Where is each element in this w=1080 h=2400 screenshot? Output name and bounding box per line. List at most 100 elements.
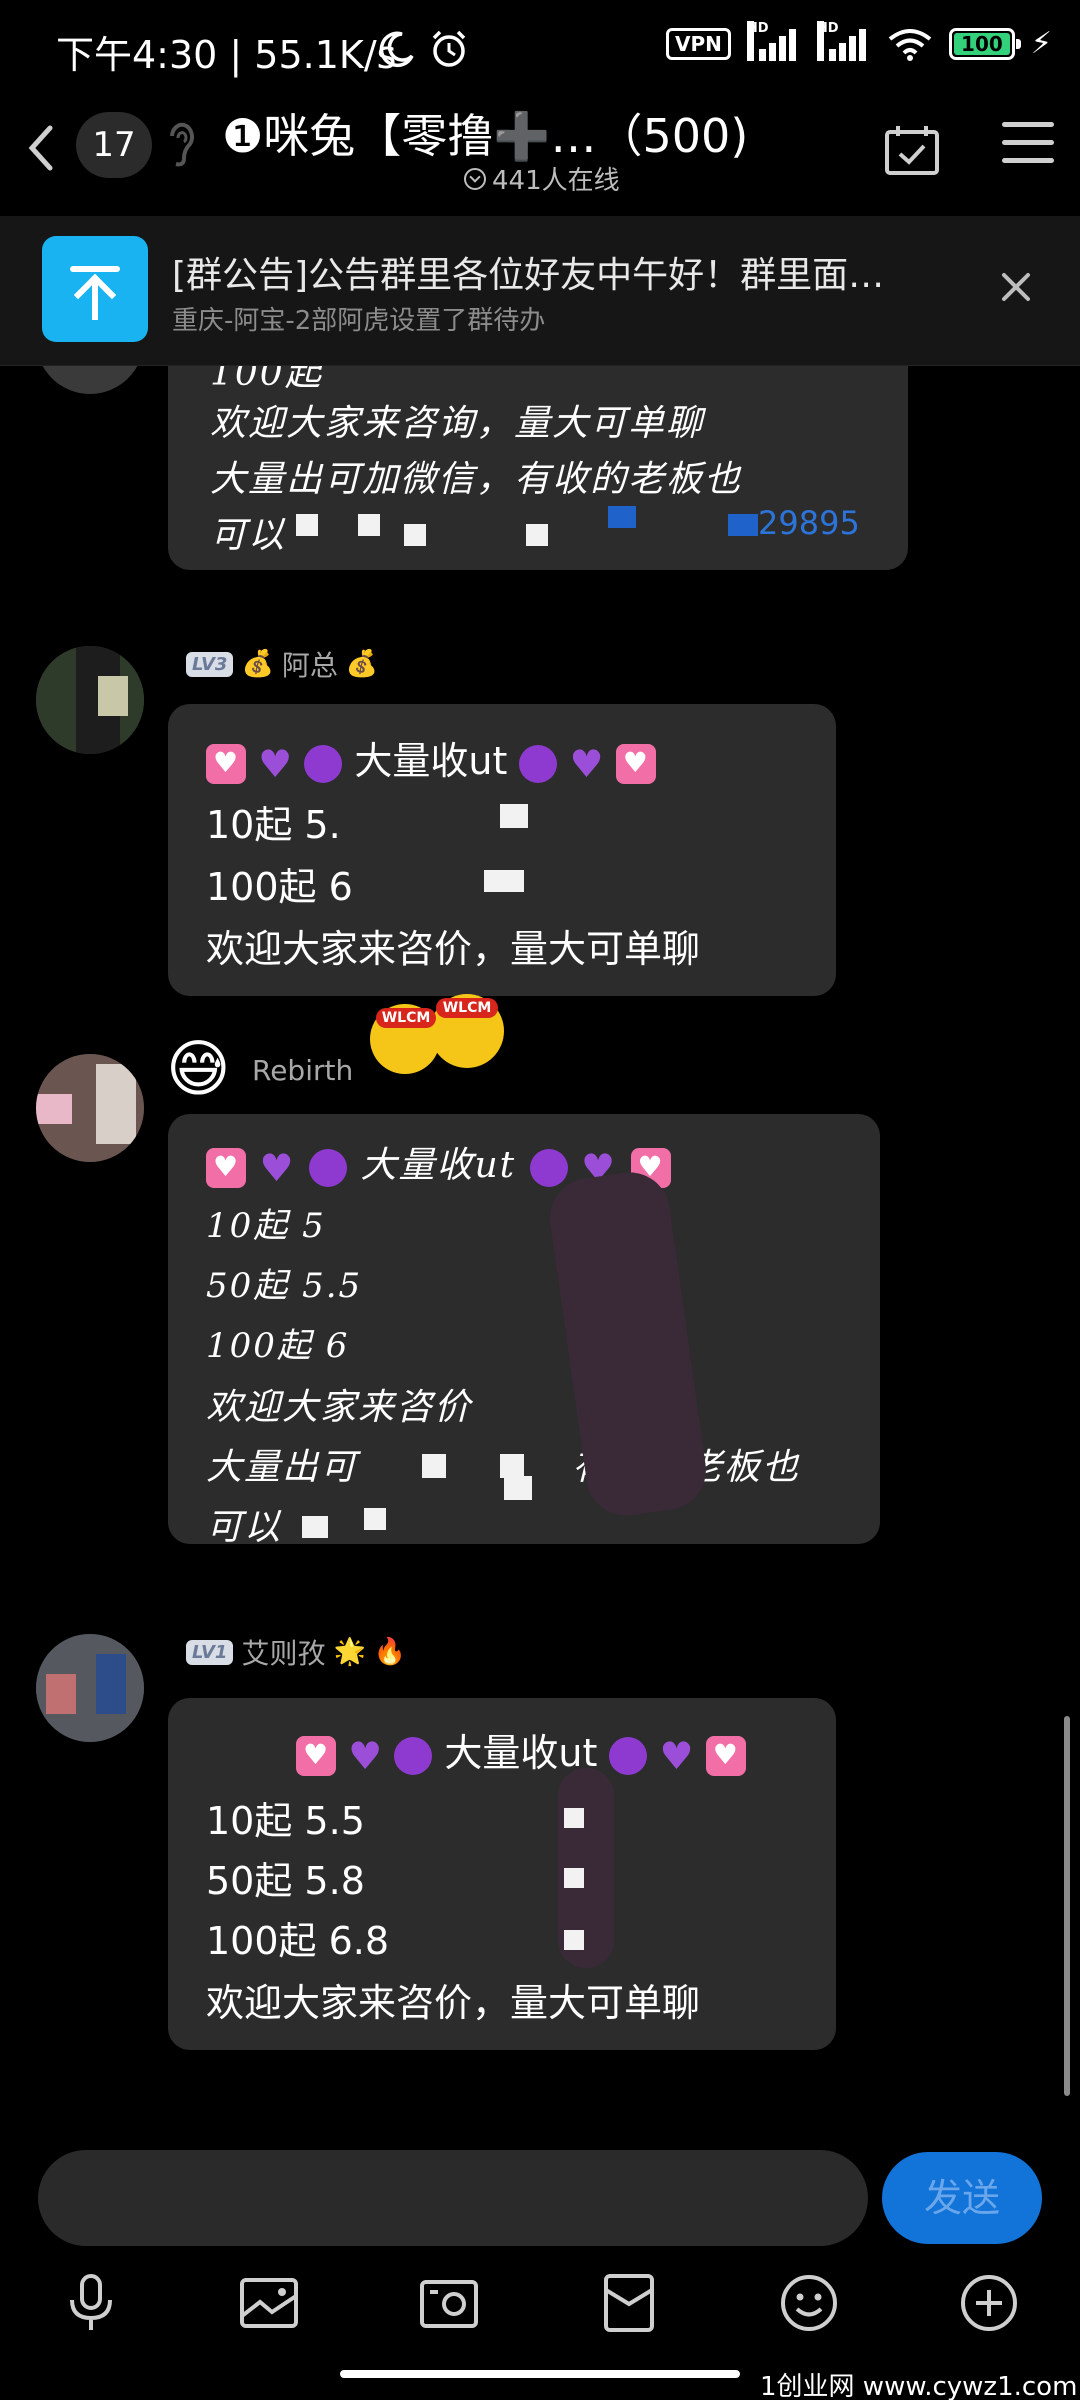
- star-icon: 🌟: [333, 1637, 366, 1667]
- purple-circle-icon: [304, 744, 343, 783]
- red-packet-icon[interactable]: [598, 2272, 660, 2334]
- avatar[interactable]: [36, 366, 144, 394]
- vpn-badge: VPN: [666, 27, 731, 60]
- purple-heart-icon: ♥: [569, 741, 604, 786]
- message-input[interactable]: [38, 2150, 868, 2246]
- purple-circle-icon: [609, 1736, 648, 1775]
- announcement-subtext: 重庆-阿宝-2部阿虎设置了群待办: [172, 306, 546, 336]
- wlcm-sticker: WLCM WLCM: [370, 994, 510, 1074]
- message-line: 50起 5.5: [206, 1266, 363, 1306]
- close-icon[interactable]: [1000, 270, 1032, 302]
- scribble-mark: [544, 1167, 712, 1521]
- pink-heart-icon: [296, 1735, 336, 1776]
- avatar[interactable]: [36, 646, 144, 754]
- wifi-icon: [888, 28, 932, 61]
- level-badge: LV1: [186, 1639, 234, 1665]
- message-bubble[interactable]: ♥ 大量收ut ♥ 10起 5.5 50起 5.8 100起 6.8 欢迎大家来…: [168, 1698, 836, 2050]
- pink-heart-icon: [206, 1148, 246, 1188]
- charging-icon: ⚡: [1030, 26, 1052, 61]
- announcement-text: [群公告]公告群里各位好友中午好！群里面…: [172, 255, 885, 296]
- message-line: 50起 5.8: [206, 1859, 365, 1903]
- redaction: [302, 1516, 328, 1538]
- menu-icon[interactable]: [1002, 122, 1054, 170]
- plus-icon[interactable]: [958, 2272, 1020, 2334]
- sender-name[interactable]: 阿总: [282, 644, 338, 684]
- group-title[interactable]: ❶咪兔【零撸➕…（500): [222, 100, 748, 166]
- home-indicator[interactable]: [340, 2370, 740, 2378]
- message-line: 欢迎大家来咨价，量大可单聊: [206, 927, 701, 971]
- announcement-pin-icon: [42, 236, 148, 342]
- calendar-check-icon[interactable]: [884, 124, 940, 176]
- message-line: 100起 6: [206, 1326, 350, 1366]
- image-icon[interactable]: [238, 2272, 300, 2334]
- signal-icon: HD: [746, 20, 801, 61]
- pink-heart-icon: [206, 743, 246, 784]
- message-line: 10起 5.: [206, 803, 341, 847]
- send-button[interactable]: 发送: [882, 2152, 1042, 2244]
- emoji-icon[interactable]: [778, 2272, 840, 2334]
- redaction: [500, 1454, 524, 1478]
- redaction: [364, 1508, 386, 1530]
- message-bubble[interactable]: ♥ 大量收ut ♥ 10起 5 50起 5.5 100起 6 欢迎大家来咨价 大…: [168, 1114, 880, 1548]
- sender-name[interactable]: 艾则孜: [241, 1632, 325, 1672]
- message-line: 10起 5.5: [206, 1799, 365, 1843]
- scrollbar[interactable]: [1064, 1716, 1070, 2096]
- back-arrow-icon[interactable]: [12, 118, 72, 178]
- message-line: 大量出可: [206, 1447, 359, 1488]
- message-line: 100起: [210, 366, 323, 394]
- pink-heart-icon: [705, 1735, 746, 1776]
- fire-icon: 🔥: [373, 1637, 407, 1667]
- purple-circle-icon: [529, 1149, 568, 1187]
- message-bubble[interactable]: ♥ 大量收ut ♥ 10起 5. 100起 6 欢迎大家来咨价，量大可单聊: [168, 704, 836, 996]
- group-announcement[interactable]: [群公告]公告群里各位好友中午好！群里面… 重庆-阿宝-2部阿虎设置了群待办: [0, 216, 1080, 366]
- redaction: [564, 1930, 584, 1950]
- purple-heart-icon: ♥: [259, 1146, 296, 1190]
- sweat-smile-emoji-icon: 😅: [166, 1032, 231, 1105]
- chat-area[interactable]: 100起 欢迎大家来咨询，量大可单聊 大量出可加微信，有收的老板也 可以 298…: [0, 366, 1080, 2136]
- message-line: 可以: [210, 515, 287, 556]
- redaction: [504, 1476, 532, 1500]
- ear-icon[interactable]: [164, 114, 198, 174]
- purple-circle-icon: [308, 1149, 347, 1187]
- redaction: [564, 1808, 584, 1828]
- signal-icon-2: HD: [816, 20, 871, 61]
- watermark: 1创业网 www.cywz1.com: [760, 2372, 1078, 2400]
- unread-count-badge[interactable]: 17: [76, 112, 152, 178]
- redaction: [296, 514, 318, 536]
- purple-circle-icon: [394, 1736, 433, 1775]
- redaction: [526, 524, 548, 546]
- message-bubble[interactable]: 100起 欢迎大家来咨询，量大可单聊 大量出可加微信，有收的老板也 可以 298…: [168, 366, 908, 570]
- message-line: 可以: [206, 1507, 283, 1548]
- sender-line: Rebirth: [252, 1054, 353, 1087]
- chevron-down-circle-icon: [464, 167, 486, 190]
- message-line: ♥ 大量收ut ♥: [206, 730, 656, 786]
- purple-heart-icon: ♥: [348, 1733, 383, 1778]
- message-line: 欢迎大家来咨询，量大可单聊: [210, 403, 705, 444]
- avatar[interactable]: [36, 1054, 144, 1162]
- redaction: [500, 804, 528, 828]
- level-badge: LV3: [186, 651, 234, 677]
- input-toolbar: [0, 2266, 1080, 2356]
- sender-line: LV1 艾则孜 🌟 🔥: [186, 1632, 406, 1672]
- online-count[interactable]: 441人在线: [464, 160, 620, 197]
- avatar[interactable]: [36, 1634, 144, 1742]
- redaction: [422, 1454, 446, 1478]
- do-not-disturb-icon: [379, 31, 414, 68]
- purple-circle-icon: [519, 744, 558, 783]
- status-bar: 下午4:30 | 55.1K/s VPN HD HD 100 ⚡: [0, 0, 1080, 100]
- redaction: [404, 524, 426, 546]
- sender-name[interactable]: Rebirth: [252, 1054, 353, 1087]
- purple-heart-icon: ♥: [659, 1733, 694, 1778]
- mic-icon[interactable]: [60, 2272, 122, 2334]
- message-line: 欢迎大家来咨价: [206, 1387, 473, 1428]
- camera-icon[interactable]: [418, 2272, 480, 2334]
- pink-heart-icon: [615, 743, 656, 784]
- sender-line: LV3 💰 阿总 💰: [186, 644, 378, 684]
- redaction: [484, 870, 524, 892]
- alarm-icon: [432, 30, 466, 67]
- battery-icon: 100: [948, 27, 1021, 60]
- redaction: [564, 1868, 584, 1888]
- redaction: [728, 514, 758, 536]
- message-line: 100起 6.8: [206, 1919, 390, 1963]
- message-line: ♥ 大量收ut ♥: [296, 1722, 746, 1778]
